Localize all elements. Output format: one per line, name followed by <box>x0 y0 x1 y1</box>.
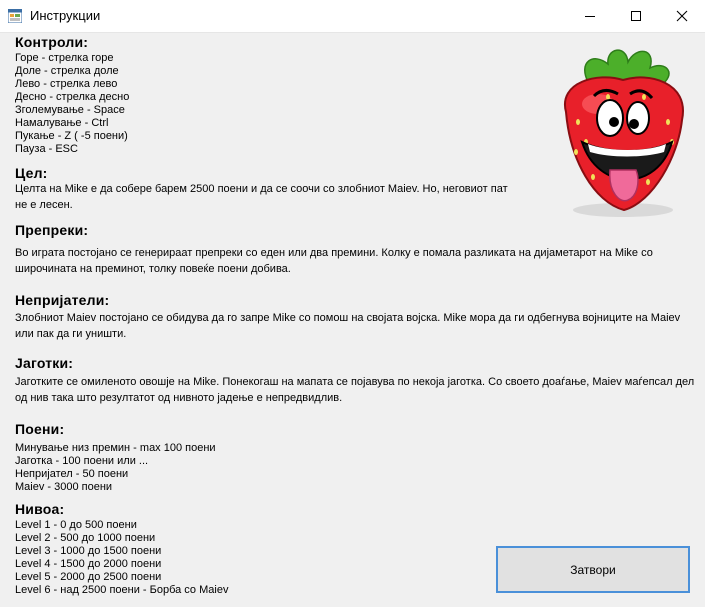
control-line: Пауза - ESC <box>15 143 78 155</box>
minimize-icon <box>585 16 595 17</box>
control-line: Лево - стрелка лево <box>15 78 118 90</box>
obstacles-heading: Препреки: <box>15 222 89 238</box>
points-line: Непријател - 50 поени <box>15 468 129 480</box>
level-line: Level 5 - 2000 до 2500 поени <box>15 571 162 583</box>
control-line: Горе - стрелка горе <box>15 52 114 64</box>
goal-heading: Цел: <box>15 165 48 181</box>
window-title: Инструкции <box>30 8 101 23</box>
strawberries-text: Јаготките се омиленото овошје на Mike. П… <box>15 376 695 404</box>
level-line: Level 3 - 1000 до 1500 поени <box>15 545 162 557</box>
points-line: Минување низ премин - max 100 поени <box>15 442 216 454</box>
level-line: Level 2 - 500 до 1000 поени <box>15 532 156 544</box>
instructions-window: Инструкции Контроли: Горе - стрелка горе… <box>0 0 705 607</box>
points-line: Maiev - 3000 поени <box>15 481 113 493</box>
level-line: Level 1 - 0 до 500 поени <box>15 519 137 531</box>
controls-heading: Контроли: <box>15 34 89 50</box>
enemies-heading: Непријатели: <box>15 292 110 308</box>
control-line: Десно - стрелка десно <box>15 91 130 103</box>
goal-text: Целта на Mike е да собере барем 2500 пое… <box>15 183 508 211</box>
level-line: Level 4 - 1500 до 2000 поени <box>15 558 162 570</box>
points-heading: Поени: <box>15 421 65 437</box>
enemies-text: Злобниот Maiev постојано се обидува да г… <box>15 312 681 340</box>
control-line: Зголемување - Space <box>15 104 125 116</box>
close-window-button[interactable] <box>659 0 705 32</box>
strawberry-mascot-image <box>548 42 698 220</box>
control-line: Намалување - Ctrl <box>15 117 109 129</box>
maximize-icon <box>631 11 641 21</box>
title-bar[interactable]: Инструкции <box>0 0 705 33</box>
close-icon <box>676 10 688 22</box>
levels-heading: Нивоа: <box>15 501 65 517</box>
minimize-button[interactable] <box>567 0 613 32</box>
control-line: Доле - стрелка доле <box>15 65 119 77</box>
control-line: Пукање - Z ( -5 поени) <box>15 130 128 142</box>
maximize-button[interactable] <box>613 0 659 32</box>
close-button[interactable]: Затвори <box>496 546 690 593</box>
level-line: Level 6 - над 2500 поени - Борба со Maie… <box>15 584 229 596</box>
points-line: Јаготка - 100 поени или ... <box>15 455 149 467</box>
app-icon <box>7 8 23 24</box>
strawberries-heading: Јаготки: <box>15 355 74 371</box>
obstacles-text: Во играта постојано се генерираат препре… <box>15 247 653 275</box>
